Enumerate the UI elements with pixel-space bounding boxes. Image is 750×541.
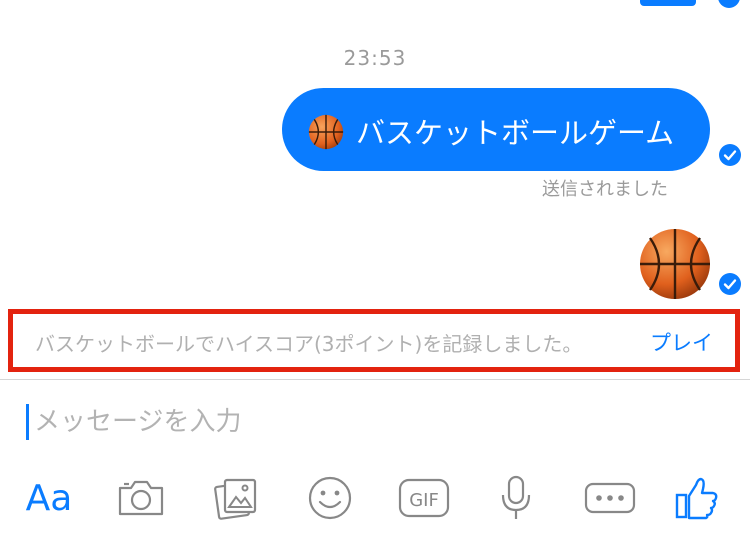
font-style-button[interactable]: Aa [18, 474, 80, 522]
text-caret [26, 404, 29, 440]
thumbs-up-icon [675, 477, 718, 520]
emoji-icon [308, 476, 352, 520]
previous-message-bubble[interactable] [640, 0, 696, 6]
camera-icon [118, 480, 164, 516]
emoji-button[interactable] [304, 474, 356, 522]
more-button[interactable] [582, 474, 638, 522]
more-icon [584, 482, 636, 514]
gallery-button[interactable] [210, 474, 262, 522]
message-input[interactable] [34, 400, 724, 444]
previous-read-check-icon [718, 0, 740, 8]
basketball-emoji-message[interactable] [638, 228, 712, 300]
svg-text:GIF: GIF [409, 490, 439, 511]
gallery-icon [214, 478, 257, 520]
gif-button[interactable]: GIF [396, 474, 452, 522]
read-check-icon [719, 273, 741, 295]
composer-divider [0, 379, 750, 380]
microphone-button[interactable] [494, 474, 538, 522]
gif-icon: GIF [398, 478, 450, 518]
sent-status: 送信されました [542, 179, 668, 200]
microphone-icon [501, 475, 531, 519]
basketball-icon [308, 114, 344, 150]
outgoing-message-text: バスケットボールゲーム [356, 116, 675, 150]
camera-button[interactable] [115, 474, 167, 522]
game-score-notice: バスケットボールでハイスコア(3ポイント)を記録しました。 プレイ [8, 309, 740, 372]
game-score-text: バスケットボールでハイスコア(3ポイント)を記録しました。 [35, 332, 583, 356]
like-button[interactable] [672, 474, 722, 522]
message-timestamp: 23:53 [343, 46, 407, 70]
read-check-icon [719, 144, 741, 166]
play-game-link[interactable]: プレイ [650, 327, 713, 357]
